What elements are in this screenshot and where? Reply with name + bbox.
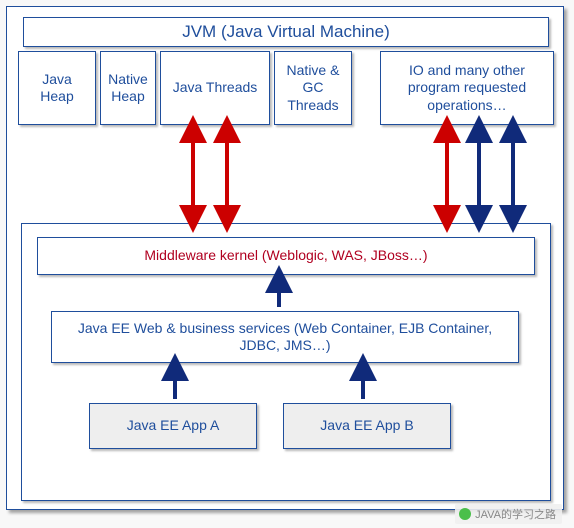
arrows-layer: [7, 7, 565, 507]
credit-badge: JAVA的学习之路: [455, 504, 562, 524]
wechat-icon: [459, 508, 471, 520]
credit-text: JAVA的学习之路: [475, 506, 556, 522]
diagram-canvas: JVM (Java Virtual Machine) Java Heap Nat…: [6, 6, 564, 510]
